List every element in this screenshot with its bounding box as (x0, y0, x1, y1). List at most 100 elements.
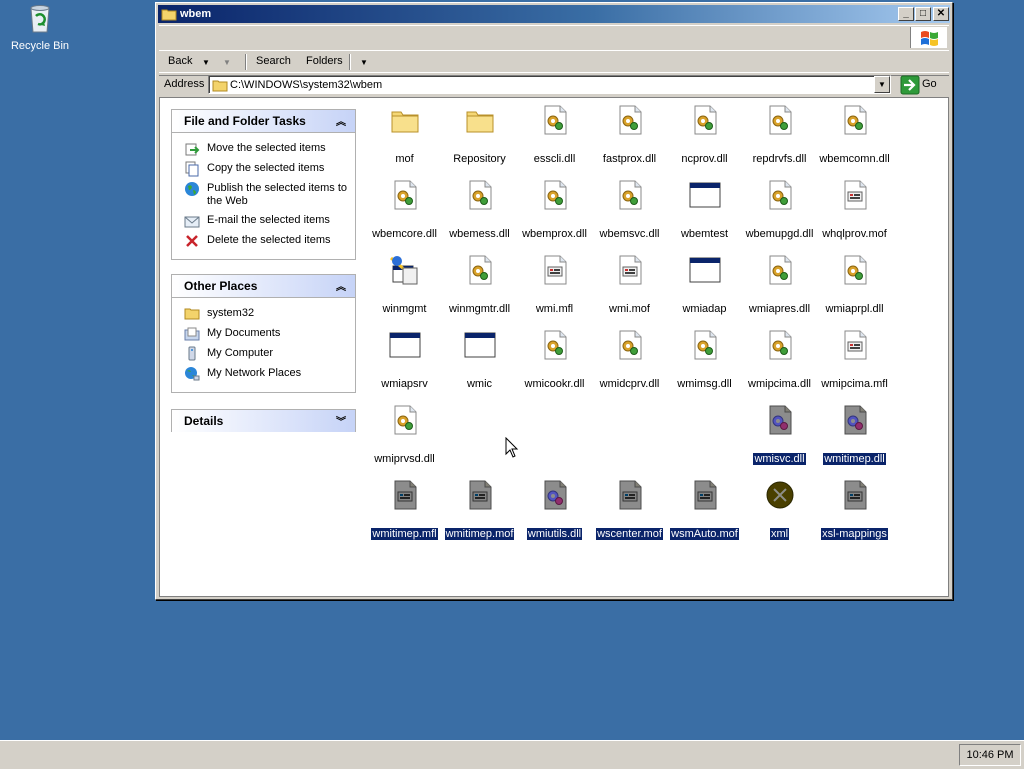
task-item-2[interactable]: Publish the selected items to the Web (172, 179, 355, 211)
forward-dropdown-icon[interactable]: ▼ (223, 58, 231, 67)
folder-file-icon (464, 104, 496, 136)
task-item-4[interactable]: Delete the selected items (172, 231, 355, 251)
dll-file-icon (614, 329, 646, 361)
file-item[interactable]: wbemupgd.dll (742, 173, 817, 240)
file-name: wscenter.mof (595, 527, 664, 541)
task-item-0[interactable]: Move the selected items (172, 139, 355, 159)
task-item-label: Publish the selected items to the Web (207, 182, 348, 207)
file-item[interactable]: wmidcprv.dll (592, 323, 667, 390)
file-item[interactable]: wbemtest (667, 173, 742, 240)
title-bar[interactable]: wbem _ □ ✕ (158, 5, 950, 23)
xml-file-icon (764, 479, 796, 511)
file-item[interactable]: wmiapsrv (367, 323, 442, 390)
file-item[interactable]: wmi.mof (592, 248, 667, 315)
file-item[interactable]: Repository (442, 98, 517, 165)
file-item[interactable]: wmic (442, 323, 517, 390)
explorer-window: wbem _ □ ✕ Back ▼ ▼ Search Folders ▼ Add… (155, 2, 953, 600)
file-item[interactable]: winmgmt (367, 248, 442, 315)
file-item[interactable]: wmipcima.dll (742, 323, 817, 390)
file-item[interactable]: wmiaprpl.dll (817, 248, 892, 315)
place-item-2[interactable]: My Computer (172, 344, 355, 364)
file-name: wmic (466, 378, 493, 390)
go-button[interactable]: Go (900, 75, 937, 98)
minimize-button[interactable]: _ (898, 7, 914, 21)
file-item[interactable]: wbemprox.dll (517, 173, 592, 240)
file-name: wmitimep.dll (822, 452, 887, 466)
place-item-3[interactable]: My Network Places (172, 364, 355, 384)
folder-icon (161, 9, 177, 21)
close-button[interactable]: ✕ (933, 7, 949, 21)
address-dropdown-button[interactable]: ▼ (874, 76, 890, 93)
file-item[interactable]: winmgmtr.dll (442, 248, 517, 315)
file-item[interactable]: wscenter.mof (592, 473, 667, 541)
task-item-1[interactable]: Copy the selected items (172, 159, 355, 179)
menu-bar (159, 25, 949, 51)
file-item[interactable]: xml (742, 473, 817, 541)
file-item[interactable]: xsl-mappings (817, 473, 892, 541)
folders-button[interactable]: Folders (306, 55, 343, 67)
file-item[interactable]: whqlprov.mof (817, 173, 892, 240)
dll-file-icon (539, 479, 571, 511)
address-input[interactable]: C:\WINDOWS\system32\wbem ▼ (208, 75, 891, 94)
place-item-0[interactable]: system32 (172, 304, 355, 324)
file-item[interactable]: wmi.mfl (517, 248, 592, 315)
doc-file-icon (614, 254, 646, 286)
file-item[interactable]: repdrvfs.dll (742, 98, 817, 165)
file-item[interactable]: wmiapres.dll (742, 248, 817, 315)
file-item[interactable]: wsmAuto.mof (667, 473, 742, 541)
file-name: wmidcprv.dll (599, 378, 660, 390)
maximize-button[interactable]: □ (915, 7, 931, 21)
expand-chevron-icon[interactable]: ︾ (336, 413, 346, 428)
file-item[interactable]: wmitimep.dll (817, 398, 892, 466)
file-item[interactable]: wmiutils.dll (517, 473, 592, 541)
task-item-3[interactable]: E-mail the selected items (172, 211, 355, 231)
dll-file-icon (389, 404, 421, 436)
file-item[interactable]: wbemess.dll (442, 173, 517, 240)
details-panel-title: Details (184, 414, 224, 428)
recycle-bin-icon (30, 5, 50, 33)
file-item[interactable]: wmiprvsd.dll (367, 398, 442, 465)
folder-icon (212, 80, 228, 92)
system-tray-clock[interactable]: 10:46 PM (959, 744, 1021, 766)
dll-file-icon (839, 404, 871, 436)
collapse-chevron-icon[interactable]: ︽ (336, 113, 346, 128)
collapse-chevron-icon[interactable]: ︽ (336, 278, 346, 293)
file-item[interactable]: esscli.dll (517, 98, 592, 165)
address-label: Address (164, 78, 205, 90)
dll-file-icon (764, 104, 796, 136)
file-folder-tasks-panel: File and Folder Tasks ︽ Move the selecte… (171, 109, 356, 260)
file-item[interactable]: wbemsvc.dll (592, 173, 667, 240)
file-item[interactable]: wmicookr.dll (517, 323, 592, 390)
back-button[interactable]: Back (168, 55, 192, 67)
file-name: wbemess.dll (449, 228, 510, 240)
file-name: winmgmtr.dll (448, 303, 511, 315)
go-label: Go (922, 78, 937, 90)
file-item[interactable]: wmitimep.mof (442, 473, 517, 541)
file-name: wmicookr.dll (524, 378, 585, 390)
file-name: wbemtest (680, 228, 729, 240)
folder-icon (184, 306, 200, 324)
tasks-list: Move the selected items Copy the selected… (171, 132, 356, 260)
places-panel-header[interactable]: Other Places ︽ (171, 274, 356, 297)
taskbar: 10:46 PM (0, 740, 1024, 769)
place-item-label: system32 (207, 307, 255, 319)
search-button[interactable]: Search (256, 55, 291, 67)
file-item[interactable]: wbemcomn.dll (817, 98, 892, 165)
back-dropdown-icon[interactable]: ▼ (202, 58, 210, 67)
file-item[interactable]: mof (367, 98, 442, 165)
place-item-label: My Computer (207, 347, 274, 359)
views-dropdown-icon[interactable]: ▼ (360, 58, 368, 67)
recycle-bin[interactable]: Recycle Bin (8, 2, 72, 52)
file-item[interactable]: wbemcore.dll (367, 173, 442, 240)
file-item[interactable]: wmipcima.mfl (817, 323, 892, 390)
file-item[interactable]: wmisvc.dll (742, 398, 817, 466)
file-item[interactable]: wmitimep.mfl (367, 473, 442, 541)
file-item[interactable]: fastprox.dll (592, 98, 667, 165)
file-item[interactable]: wmiadap (667, 248, 742, 315)
file-item[interactable]: wmimsg.dll (667, 323, 742, 390)
doc-file-icon (839, 329, 871, 361)
details-panel-header[interactable]: Details ︾ (171, 409, 356, 432)
tasks-panel-header[interactable]: File and Folder Tasks ︽ (171, 109, 356, 132)
place-item-1[interactable]: My Documents (172, 324, 355, 344)
file-item[interactable]: ncprov.dll (667, 98, 742, 165)
